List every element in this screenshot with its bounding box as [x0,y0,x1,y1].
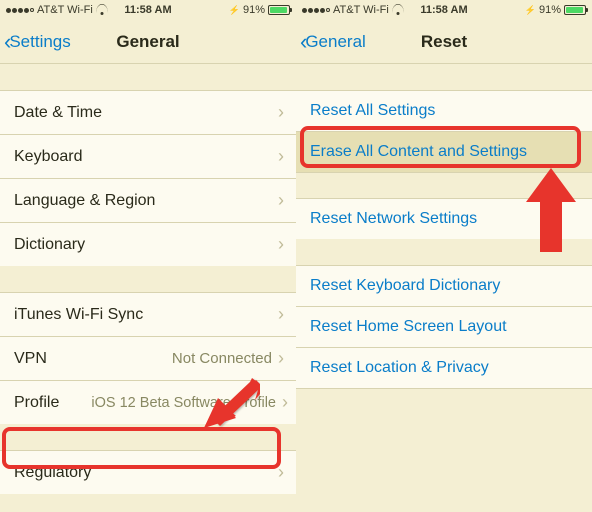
chevron-right-icon: › [278,234,284,255]
row-regulatory[interactable]: Regulatory › [0,450,296,495]
back-button[interactable]: ‹ Settings [0,31,71,53]
page-title: Reset [421,32,467,52]
row-profile[interactable]: Profile iOS 12 Beta Software Profile › [0,380,296,425]
reset-list: Reset All Settings Erase All Content and… [296,64,592,389]
row-detail: iOS 12 Beta Software Profile [91,395,276,411]
row-label: Reset All Settings [310,102,435,120]
row-reset-home-screen[interactable]: Reset Home Screen Layout [296,306,592,348]
row-detail: Not Connected [172,350,272,367]
phone-reset-settings: AT&T Wi-Fi 11:58 AM ⚡ 91% ‹ General Rese… [296,0,592,512]
row-itunes-wifi-sync[interactable]: iTunes Wi-Fi Sync › [0,292,296,337]
signal-dots-icon [302,8,330,13]
row-label: Reset Home Screen Layout [310,318,507,336]
row-label: Reset Location & Privacy [310,359,489,377]
battery-percent: 91% [243,4,265,16]
nav-bar: ‹ General Reset [296,20,592,64]
row-date-time[interactable]: Date & Time › [0,90,296,135]
chevron-right-icon: › [278,304,284,325]
row-reset-location-privacy[interactable]: Reset Location & Privacy [296,347,592,389]
row-erase-all-content[interactable]: Erase All Content and Settings [296,131,592,173]
row-language-region[interactable]: Language & Region › [0,178,296,223]
row-label: Language & Region [14,192,155,210]
settings-list: Date & Time › Keyboard › Language & Regi… [0,64,296,512]
row-label: Regulatory [14,464,91,482]
row-label: VPN [14,350,47,368]
row-reset-network[interactable]: Reset Network Settings [296,198,592,240]
battery-percent: 91% [539,4,561,16]
row-label: Dictionary [14,236,85,254]
row-vpn[interactable]: VPN Not Connected › [0,336,296,381]
battery-icon [268,5,290,15]
row-label: Profile [14,394,59,412]
row-dictionary[interactable]: Dictionary › [0,222,296,267]
back-label: Settings [9,32,70,52]
page-title: General [116,32,179,52]
chevron-right-icon: › [278,102,284,123]
status-bar: AT&T Wi-Fi 11:58 AM ⚡ 91% [296,0,592,20]
carrier-label: AT&T Wi-Fi [37,4,93,16]
row-label: iTunes Wi-Fi Sync [14,306,143,324]
row-reset-keyboard-dictionary[interactable]: Reset Keyboard Dictionary [296,265,592,307]
clock-label: 11:58 AM [420,4,467,16]
row-keyboard[interactable]: Keyboard › [0,134,296,179]
nav-bar: ‹ Settings General [0,20,296,64]
clock-label: 11:58 AM [124,4,171,16]
signal-dots-icon [6,8,34,13]
chevron-right-icon: › [278,146,284,167]
back-label: General [305,32,365,52]
wifi-icon [392,6,404,15]
chevron-right-icon: › [278,190,284,211]
row-label: Erase All Content and Settings [310,143,527,161]
row-label: Keyboard [14,148,83,166]
row-reset-all-settings[interactable]: Reset All Settings [296,90,592,132]
battery-icon [564,5,586,15]
row-label: Reset Network Settings [310,210,477,228]
status-bar: AT&T Wi-Fi 11:58 AM ⚡ 91% [0,0,296,20]
chevron-right-icon: › [278,462,284,483]
back-button[interactable]: ‹ General [296,31,366,53]
carrier-label: AT&T Wi-Fi [333,4,389,16]
charging-icon: ⚡ [229,5,240,16]
phone-general-settings: AT&T Wi-Fi 11:58 AM ⚡ 91% ‹ Settings Gen… [0,0,296,512]
row-label: Reset Keyboard Dictionary [310,277,500,295]
chevron-right-icon: › [278,348,284,369]
row-label: Date & Time [14,104,102,122]
wifi-icon [96,6,108,15]
chevron-right-icon: › [282,392,288,413]
charging-icon: ⚡ [525,5,536,16]
